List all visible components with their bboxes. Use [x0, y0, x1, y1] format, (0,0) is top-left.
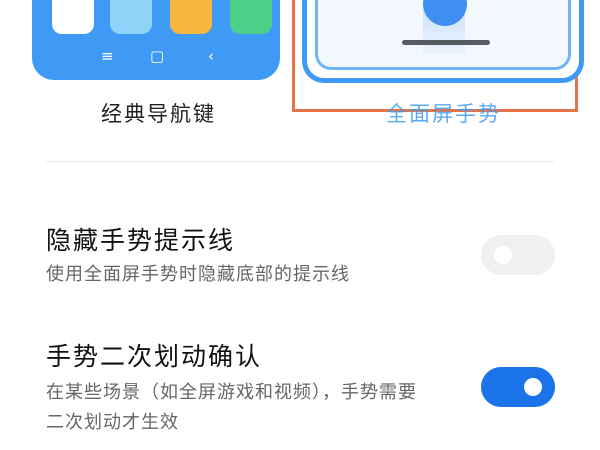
gesture-nav-label[interactable]: 全面屏手势	[386, 99, 501, 129]
app-icon-1	[52, 0, 94, 34]
hide-indicator-title: 隐藏手势提示线	[46, 226, 236, 255]
toggle-knob	[494, 246, 512, 264]
app-icon-2	[110, 0, 152, 34]
gesture-nav-preview[interactable]	[302, 0, 584, 83]
confirm-swipe-title: 手势二次划动确认	[46, 342, 263, 371]
app-icon-3	[170, 0, 212, 34]
confirm-swipe-description-line2: 二次划动才生效	[46, 412, 179, 433]
classic-nav-preview[interactable]: ≡ ▢ ‹	[32, 0, 280, 80]
section-divider	[46, 161, 554, 162]
hide-indicator-toggle[interactable]	[481, 235, 555, 275]
classic-nav-label[interactable]: 经典导航键	[101, 99, 216, 129]
home-key-icon: ▢	[150, 47, 165, 65]
toggle-knob	[524, 378, 542, 396]
confirm-swipe-toggle[interactable]	[481, 367, 555, 407]
app-icon-4	[230, 0, 272, 34]
back-key-icon: ‹	[208, 47, 214, 65]
gesture-indicator-bar	[402, 40, 490, 45]
hide-indicator-description: 使用全面屏手势时隐藏底部的提示线	[46, 264, 350, 285]
confirm-swipe-description-line1: 在某些场景（如全屏游戏和视频），手势需要	[46, 382, 417, 403]
gesture-phone-screen	[315, 0, 571, 70]
menu-key-icon: ≡	[101, 47, 114, 65]
